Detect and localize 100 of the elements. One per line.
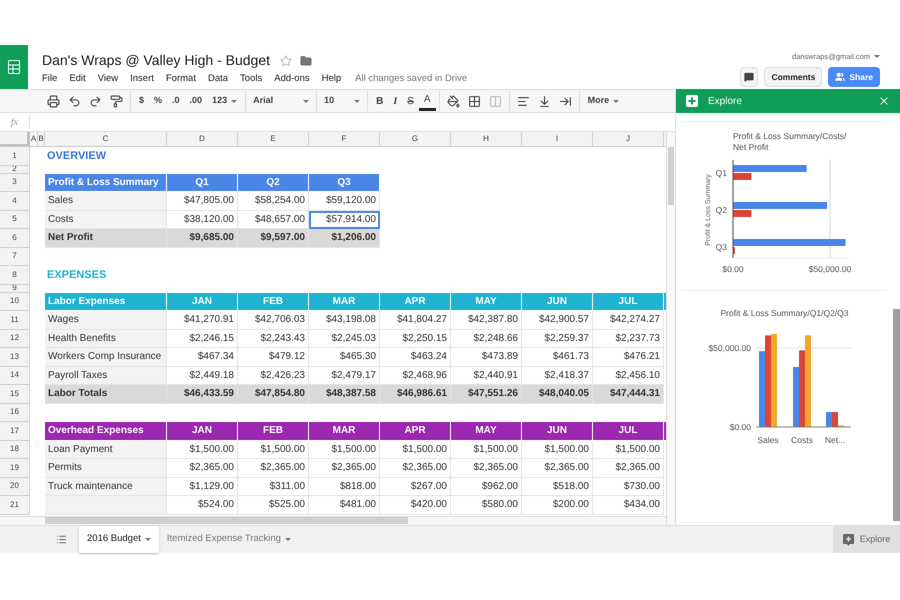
table-cell[interactable]: $38,120.00 <box>167 210 238 229</box>
italic-button[interactable]: I <box>388 91 402 111</box>
table-cell: $47,444.31 <box>593 385 664 404</box>
table-cell: $2,250.15 <box>380 330 451 348</box>
column-header[interactable]: A <box>30 132 38 146</box>
document-title[interactable]: Dan's Wraps @ Valley High - Budget <box>42 52 270 69</box>
close-button[interactable] <box>878 95 890 107</box>
table-cell: $2,259.37 <box>522 330 593 348</box>
tick-label: $50,000.00 <box>808 264 852 274</box>
formula-label: fx <box>0 114 30 130</box>
sheet-tab[interactable]: Itemized Expense Tracking <box>158 526 299 553</box>
row-number[interactable]: 21 <box>0 496 30 514</box>
column-header[interactable]: B <box>38 132 45 146</box>
scrollbar-thumb[interactable] <box>893 309 900 521</box>
column-header[interactable]: I <box>522 132 593 146</box>
font-size-dropdown[interactable]: 10 <box>320 91 364 111</box>
menu-item[interactable]: View <box>98 72 118 86</box>
table-cell: Costs <box>45 210 167 229</box>
caret-icon <box>231 100 238 102</box>
column-header[interactable]: H <box>451 132 522 146</box>
menu-item[interactable]: File <box>42 72 58 86</box>
row-number[interactable]: 15 <box>0 385 30 404</box>
row-number[interactable]: 3 <box>0 174 30 192</box>
explore-button[interactable]: Explore <box>833 526 900 553</box>
scrollbar-thumb[interactable] <box>45 517 408 524</box>
horizontal-scrollbar[interactable] <box>0 516 666 525</box>
table-cell: Net Profit <box>45 229 167 248</box>
strikethrough-button[interactable]: S <box>402 91 419 111</box>
table-cell: Permits <box>45 459 167 478</box>
table-cell[interactable]: $48,657.00 <box>238 210 309 229</box>
table-header-cell: JUL <box>593 292 664 311</box>
row-number[interactable]: 20 <box>0 478 30 496</box>
axis-label: Q1 <box>716 168 727 178</box>
table-cell: $2,365.00 <box>593 459 664 478</box>
row-number[interactable]: 11 <box>0 311 30 330</box>
dropdown-button[interactable]: 123 <box>207 91 242 111</box>
table-cell: $47,805.00 <box>167 192 238 210</box>
table-header-cell: JUN <box>522 292 593 311</box>
comments-button[interactable]: Comments <box>764 67 822 88</box>
table-cell: $2,365.00 <box>522 459 593 478</box>
font-dropdown[interactable]: Arial <box>249 91 314 111</box>
column-header[interactable]: D <box>167 132 238 146</box>
column-header[interactable]: F <box>309 132 380 146</box>
menu-item[interactable]: Add-ons <box>274 72 310 86</box>
row-number[interactable]: 10 <box>0 292 30 311</box>
table-cell: $420.00 <box>380 496 451 514</box>
scrollbar-thumb[interactable] <box>668 147 674 205</box>
sheet-tab[interactable]: 2016 Budget <box>79 526 159 553</box>
text-color-button[interactable]: A <box>418 91 436 111</box>
table-header-cell: Q3 <box>309 174 380 192</box>
table-header-cell: MAY <box>451 422 522 440</box>
comment-history-button[interactable] <box>740 67 758 88</box>
table-header-cell: MAY <box>451 292 522 311</box>
format-button[interactable]: $ <box>134 91 150 111</box>
table-cell: Sales <box>45 192 167 210</box>
row-number[interactable]: 7 <box>0 248 30 266</box>
table-cell[interactable]: $57,914.00 <box>309 210 380 229</box>
row-number[interactable]: 1 <box>0 147 30 166</box>
table-cell: $2,440.91 <box>451 366 522 385</box>
column-header[interactable]: J <box>593 132 664 146</box>
format-button[interactable]: .0 <box>167 91 185 111</box>
explore-icon <box>686 95 698 107</box>
row-number[interactable]: 5 <box>0 210 30 229</box>
row-number[interactable]: 6 <box>0 229 30 248</box>
table-cell: $2,449.18 <box>167 366 238 385</box>
row-number[interactable]: 12 <box>0 330 30 348</box>
row-number[interactable]: 16 <box>0 404 30 422</box>
format-button[interactable]: % <box>149 91 168 111</box>
table-cell: $476.21 <box>593 348 664 366</box>
folder-icon[interactable] <box>300 54 312 66</box>
sheet-list-icon[interactable] <box>56 534 67 545</box>
app-logo[interactable] <box>0 45 28 89</box>
row-number[interactable]: 18 <box>0 440 30 459</box>
menu-item[interactable]: Tools <box>240 72 262 86</box>
row-number[interactable]: 4 <box>0 192 30 210</box>
row-number[interactable]: 14 <box>0 366 30 385</box>
column-header[interactable]: E <box>238 132 309 146</box>
row-number[interactable]: 8 <box>0 266 30 284</box>
table-cell: $525.00 <box>238 496 309 514</box>
column-header[interactable]: G <box>380 132 451 146</box>
table-cell: $1,206.00 <box>309 229 380 248</box>
star-icon[interactable] <box>280 54 292 66</box>
table-cell: Workers Comp Insurance <box>45 348 167 366</box>
row-number[interactable]: 19 <box>0 459 30 478</box>
row-number[interactable]: 13 <box>0 348 30 366</box>
align-bottom-icon <box>538 94 551 108</box>
vertical-scrollbar[interactable] <box>666 132 675 525</box>
column-header[interactable]: C <box>45 132 167 146</box>
row-number[interactable]: 17 <box>0 422 30 440</box>
menu-item[interactable]: Edit <box>69 72 86 86</box>
dropdown-button[interactable]: More <box>582 91 624 111</box>
table-cell: $1,500.00 <box>451 440 522 459</box>
format-button[interactable]: .00 <box>184 91 208 111</box>
menu-item[interactable]: Help <box>322 72 342 86</box>
menu-item[interactable]: Data <box>208 72 228 86</box>
bold-button[interactable]: B <box>371 91 388 111</box>
table-cell: Loan Payment <box>45 440 167 459</box>
table-cell: $2,468.96 <box>380 366 451 385</box>
menu-item[interactable]: Format <box>166 72 196 86</box>
menu-item[interactable]: Insert <box>130 72 154 86</box>
